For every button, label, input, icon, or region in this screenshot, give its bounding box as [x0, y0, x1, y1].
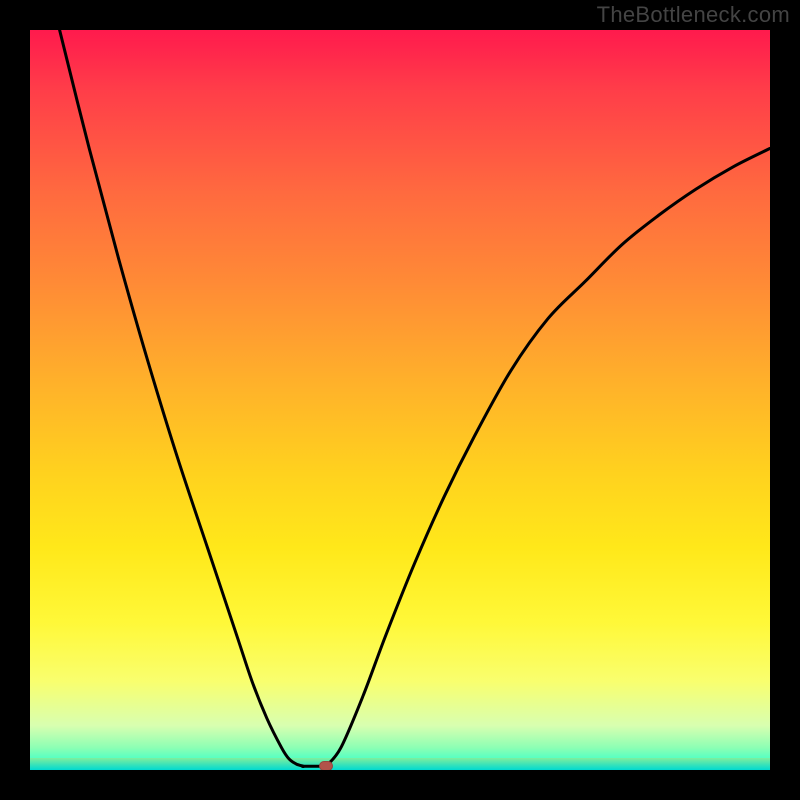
- minimum-marker: [319, 761, 333, 770]
- plot-area: [30, 30, 770, 770]
- bottleneck-curve: [30, 30, 770, 770]
- chart-frame: TheBottleneck.com: [0, 0, 800, 800]
- watermark-text: TheBottleneck.com: [597, 2, 790, 28]
